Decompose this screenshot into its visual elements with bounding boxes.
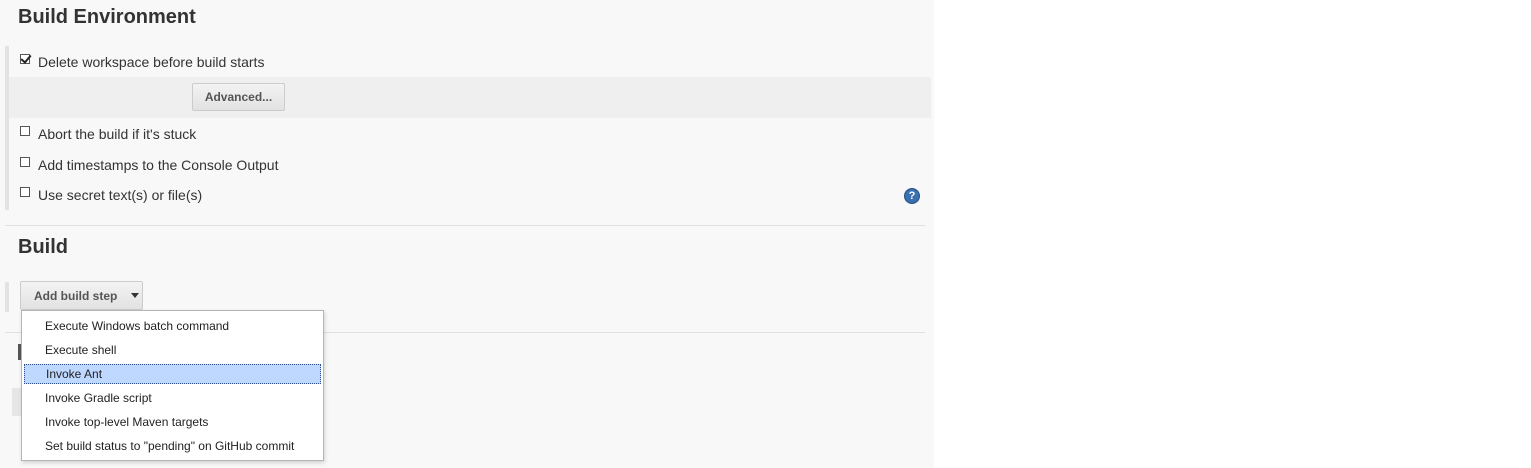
checkbox-icon[interactable]: [20, 54, 30, 64]
section-bar: [5, 46, 9, 210]
hidden-button: [12, 388, 21, 416]
checkbox-icon[interactable]: [20, 187, 30, 197]
menu-item-execute-shell[interactable]: Execute shell: [24, 340, 321, 360]
advanced-row: [9, 77, 931, 118]
option-label: Abort the build if it's stuck: [38, 126, 197, 142]
build-environment-title: Build Environment: [18, 6, 196, 28]
menu-item-github-pending[interactable]: Set build status to "pending" on GitHub …: [24, 436, 321, 456]
section-bar: [5, 282, 9, 312]
checkbox-icon[interactable]: [20, 126, 30, 136]
option-secret-text[interactable]: Use secret text(s) or file(s): [20, 185, 202, 205]
chevron-down-icon: [131, 293, 140, 298]
menu-item-maven-targets[interactable]: Invoke top-level Maven targets: [24, 412, 321, 432]
menu-item-invoke-ant[interactable]: Invoke Ant: [24, 364, 321, 384]
option-abort-stuck[interactable]: Abort the build if it's stuck: [20, 124, 196, 144]
option-delete-workspace[interactable]: Delete workspace before build starts: [20, 52, 264, 72]
option-add-timestamps[interactable]: Add timestamps to the Console Output: [20, 155, 278, 175]
add-build-step-button[interactable]: Add build step: [20, 281, 143, 310]
section-divider: [5, 225, 925, 226]
option-label: Add timestamps to the Console Output: [38, 157, 279, 173]
option-label: Delete workspace before build starts: [38, 54, 265, 70]
checkbox-icon[interactable]: [20, 157, 30, 167]
build-step-menu: Execute Windows batch command Execute sh…: [21, 310, 324, 461]
menu-item-windows-batch[interactable]: Execute Windows batch command: [24, 316, 321, 336]
build-title: Build: [18, 236, 68, 258]
advanced-button[interactable]: Advanced...: [192, 83, 285, 111]
config-panel: Build Environment Delete workspace befor…: [0, 0, 934, 468]
add-build-step-label: Add build step: [34, 288, 118, 303]
help-icon[interactable]: ?: [904, 188, 920, 204]
menu-item-gradle-script[interactable]: Invoke Gradle script: [24, 388, 321, 408]
option-label: Use secret text(s) or file(s): [38, 187, 203, 203]
